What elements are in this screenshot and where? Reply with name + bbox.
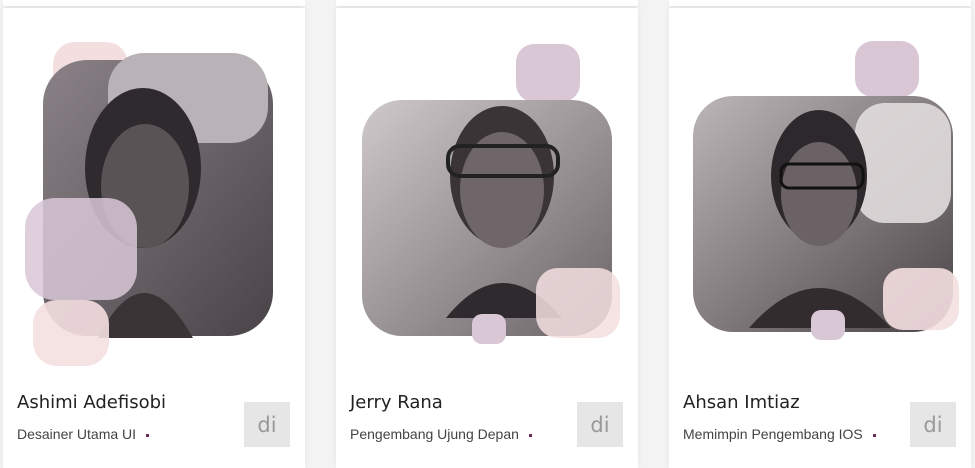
- member-role: Desainer Utama UI: [17, 426, 150, 442]
- team-card: Ahsan Imtiaz Memimpin Pengembang IOS di: [669, 8, 971, 468]
- portrait-photo-icon: [693, 41, 959, 340]
- member-role-text: Pengembang Ujung Depan: [350, 426, 519, 442]
- member-role-text: Desainer Utama UI: [17, 426, 137, 442]
- team-photo: [669, 8, 971, 378]
- top-edge-strip: [3, 0, 305, 6]
- accent-dot: [528, 433, 532, 437]
- member-name: Ashimi Adefisobi: [17, 392, 167, 413]
- top-edge-strip: [669, 0, 971, 6]
- top-edge-strip: [336, 0, 638, 6]
- team-card: Ashimi Adefisobi Desainer Utama UI di: [3, 8, 305, 468]
- linkedin-button[interactable]: di: [910, 402, 956, 447]
- team-photo: [336, 8, 638, 378]
- team-photo: [3, 8, 305, 378]
- member-role: Pengembang Ujung Depan: [350, 426, 532, 442]
- linkedin-button[interactable]: di: [577, 402, 623, 447]
- accent-dot: [146, 433, 150, 437]
- team-card: Jerry Rana Pengembang Ujung Depan di: [336, 8, 638, 468]
- member-role: Memimpin Pengembang IOS: [683, 426, 876, 442]
- accent-dot: [872, 433, 876, 437]
- member-name: Jerry Rana: [350, 392, 443, 413]
- member-role-text: Memimpin Pengembang IOS: [683, 426, 863, 442]
- member-name: Ahsan Imtiaz: [683, 392, 800, 413]
- linkedin-button[interactable]: di: [244, 402, 290, 447]
- portrait-photo-icon: [362, 44, 620, 344]
- portrait-photo-icon: [25, 42, 273, 366]
